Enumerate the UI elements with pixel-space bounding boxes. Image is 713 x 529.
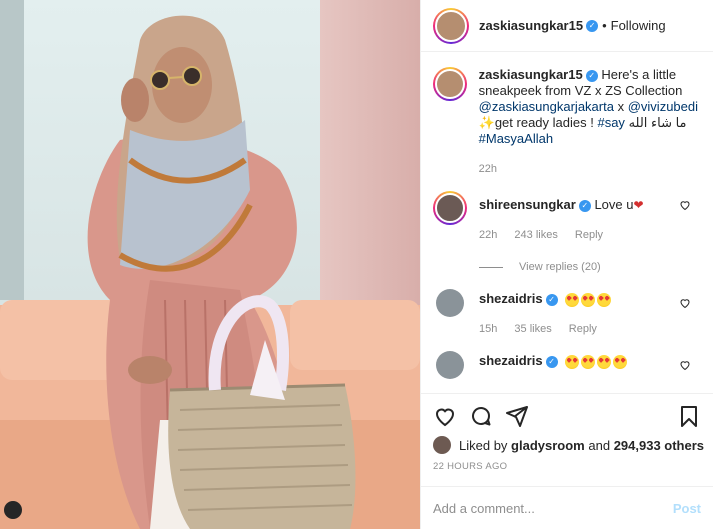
liked-by-prefix: Liked by: [459, 437, 508, 453]
comment-item: shezaidris ✓ 15h 35 likes Reply: [433, 289, 701, 337]
comment-avatar[interactable]: [436, 351, 464, 379]
caption-x: x: [617, 99, 625, 114]
sparkle-emoji-icon: ✨: [478, 115, 495, 130]
photo-illustration: [0, 0, 420, 529]
verified-icon: ✓: [545, 293, 558, 306]
heart-icon[interactable]: [433, 404, 457, 428]
author-username[interactable]: zaskiasungkar15: [479, 18, 583, 33]
comment-username[interactable]: shezaidris: [479, 291, 543, 306]
comment-username[interactable]: shireensungkar: [479, 197, 576, 212]
comment-avatar[interactable]: [436, 289, 464, 317]
caption-time[interactable]: 22h: [479, 163, 497, 175]
action-bar: [421, 393, 713, 437]
comment-username[interactable]: shezaidris: [479, 353, 543, 368]
comment-item: shezaidris ✓: [433, 351, 701, 379]
comment-avatar[interactable]: [433, 191, 467, 225]
comment-icon[interactable]: [469, 404, 493, 428]
follow-separator: •: [602, 18, 607, 33]
verified-icon: ✓: [545, 355, 558, 368]
mention-link[interactable]: @zaskiasungkarjakarta: [479, 99, 614, 114]
comment-item: shireensungkar ✓ Love u❤ 22h 243 likes Re…: [433, 191, 701, 243]
comments-list[interactable]: zaskiasungkar15 ✓ Here's a little sneakpe…: [421, 53, 713, 393]
caption-rest: get ready ladies !: [494, 115, 594, 130]
hashtag-link[interactable]: #say: [597, 115, 624, 130]
reply-button[interactable]: Reply: [575, 229, 603, 241]
like-comment-heart-icon[interactable]: [679, 297, 691, 309]
comment-input[interactable]: [433, 500, 673, 516]
caption-arabic: ما شاء الله: [628, 115, 687, 130]
add-comment-bar: Post: [421, 486, 713, 529]
caption-avatar[interactable]: [433, 67, 467, 101]
caption: zaskiasungkar15 ✓ Here's a little sneakpe…: [433, 67, 701, 177]
verified-icon: ✓: [585, 69, 598, 82]
comment-time[interactable]: 22h: [479, 229, 497, 241]
post-sidebar: zaskiasungkar15 ✓ • Following zaskiasung…: [420, 0, 713, 529]
verified-icon: ✓: [578, 199, 591, 212]
likes-count[interactable]: 294,933 others: [614, 438, 704, 453]
likes-summary: Liked by gladysroom and 294,933 others: [433, 436, 705, 454]
view-replies[interactable]: View replies (20): [479, 261, 701, 273]
liker-avatar[interactable]: [433, 436, 451, 454]
caption-username[interactable]: zaskiasungkar15: [479, 67, 583, 82]
likes-and: and: [588, 437, 611, 453]
comment-time[interactable]: 15h: [479, 323, 497, 335]
heart-eyes-emoji-icon: [565, 353, 629, 369]
like-comment-heart-icon[interactable]: [679, 199, 691, 211]
post-photo[interactable]: [0, 0, 420, 529]
replies-divider: [479, 266, 503, 268]
bookmark-icon[interactable]: [677, 404, 701, 428]
liker-username[interactable]: gladysroom: [511, 438, 585, 453]
reply-button[interactable]: Reply: [569, 323, 597, 335]
like-comment-heart-icon[interactable]: [679, 359, 691, 371]
heart-eyes-emoji-icon: [565, 291, 613, 307]
heart-emoji-icon: ❤: [633, 198, 644, 212]
following-button[interactable]: Following: [611, 18, 666, 33]
hashtag-link[interactable]: #MasyaAllah: [479, 131, 553, 146]
comment-text: Love u: [594, 197, 634, 212]
verified-icon: ✓: [586, 19, 599, 32]
comment-likes[interactable]: 243 likes: [514, 229, 557, 241]
user-tag-icon[interactable]: [4, 501, 22, 519]
mention-link[interactable]: @vivizubedi: [628, 99, 698, 114]
share-icon[interactable]: [505, 404, 529, 428]
post-timestamp[interactable]: 22 HOURS AGO: [433, 461, 507, 472]
view-replies-label[interactable]: View replies (20): [519, 261, 601, 273]
post-button[interactable]: Post: [673, 501, 701, 516]
post-header: zaskiasungkar15 ✓ • Following: [421, 0, 713, 52]
comment-likes[interactable]: 35 likes: [514, 323, 551, 335]
author-avatar[interactable]: [433, 7, 469, 44]
